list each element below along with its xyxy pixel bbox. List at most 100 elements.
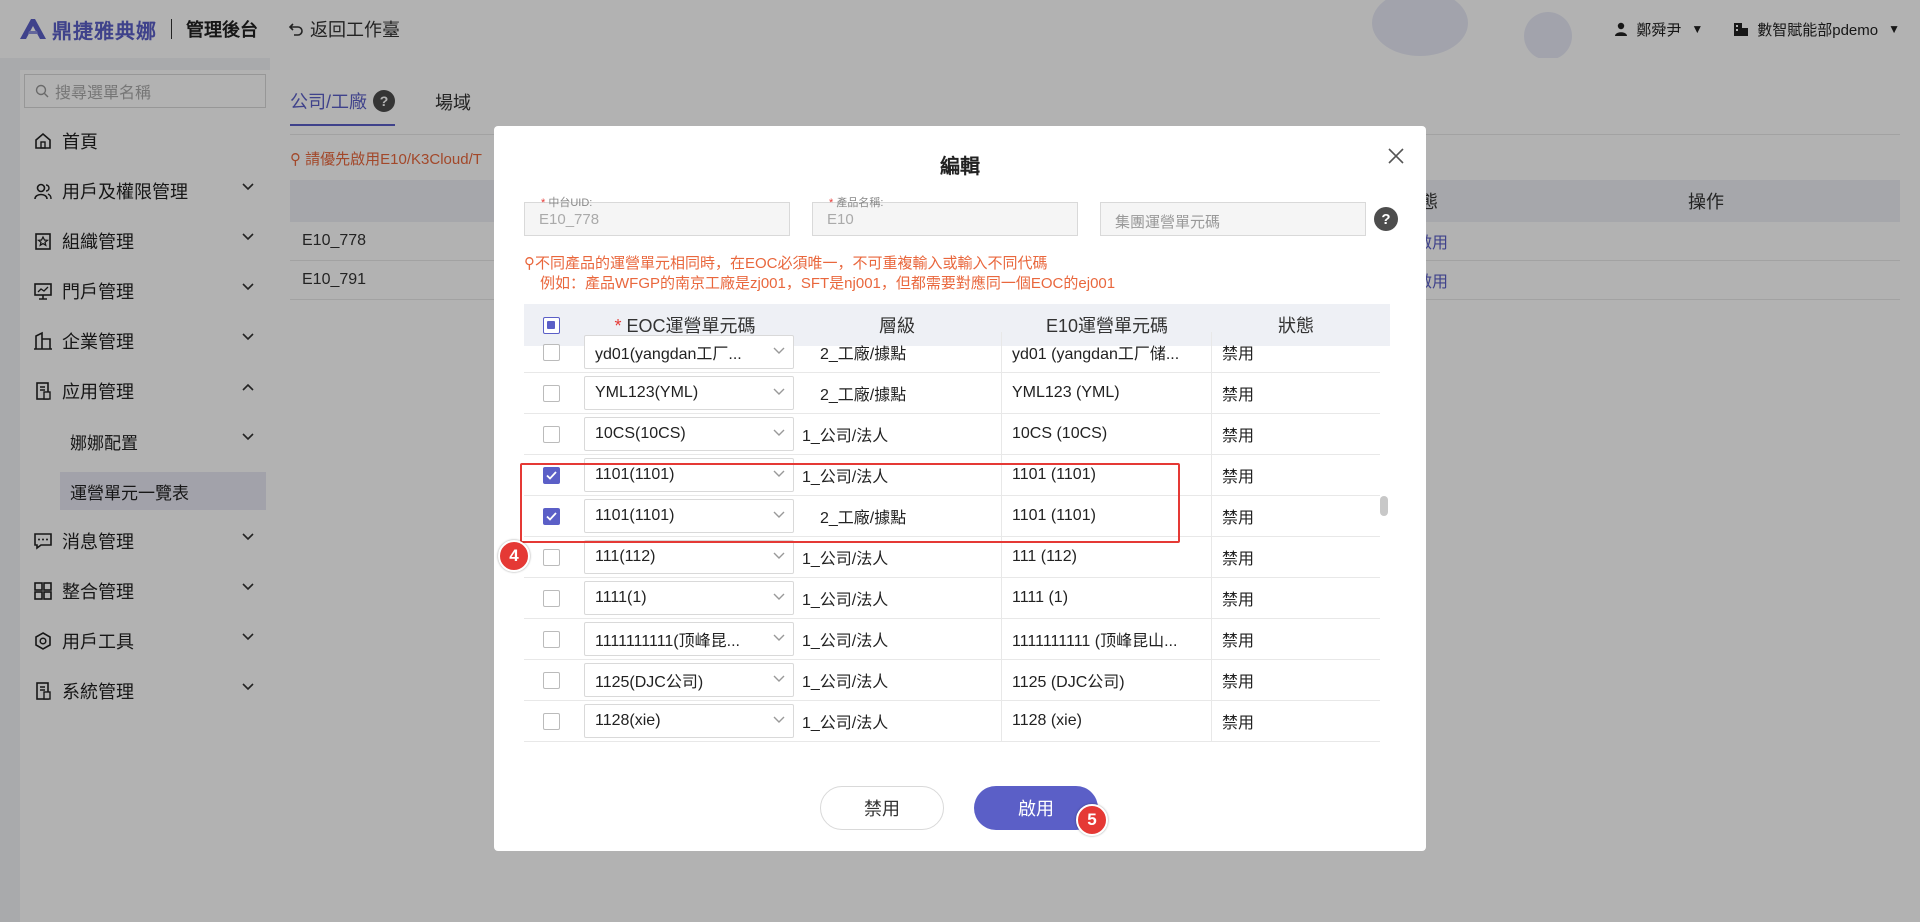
product-name-field[interactable]: * 產品名稱: E10 [812, 197, 1078, 236]
product-field-value: E10 [827, 211, 854, 228]
help-icon[interactable]: ? [1374, 207, 1398, 231]
warning-line-1: 不同產品的運營單元相同時，在EOC必須唯一，不可重複輸入或輸入不同代碼 [535, 255, 1048, 272]
eoc-unit-value: 111(112) [595, 548, 656, 565]
eoc-select-cell: 1128(xie) [578, 704, 794, 738]
eoc-unit-value: 10CS(10CS) [595, 425, 686, 442]
status-cell: 禁用 [1222, 592, 1255, 609]
chevron-down-icon [773, 347, 785, 354]
status-cell: 禁用 [1222, 551, 1255, 568]
eoc-select-cell: 111(112) [578, 540, 794, 574]
product-field-label: * 產品名稱: [829, 197, 884, 209]
eoc-unit-select[interactable]: YML123(YML) [584, 376, 794, 410]
row-checkbox-cell [524, 343, 578, 361]
eoc-select-cell: 10CS(10CS) [578, 417, 794, 451]
row-checkbox[interactable] [542, 425, 560, 443]
group-unit-code-input[interactable]: 集團運營單元碼 [1100, 202, 1366, 236]
status-cell: 禁用 [1222, 674, 1255, 691]
modal-title: 編輯 [940, 156, 980, 178]
e10-unit-cell: 1111111111 (顶峰昆山... [1002, 618, 1212, 660]
row-checkbox[interactable] [542, 548, 560, 566]
status-cell: 禁用 [1222, 469, 1255, 486]
status-cell: 禁用 [1222, 387, 1255, 404]
uid-field-label: * 中台UID: [541, 197, 593, 209]
row-checkbox-cell [524, 425, 578, 443]
grid-row: 1111(1) 1_公司/法人 1111 (1) 禁用 [524, 577, 1380, 619]
level-cell: 2_工廠/據點 [792, 331, 1002, 373]
chevron-down-icon [773, 552, 785, 559]
e10-unit-cell: 1125 (DJC公司) [1002, 659, 1212, 701]
edit-modal: 編輯 * 中台UID: E10_778 * 產品名稱: E10 集團運營單元碼 … [494, 126, 1426, 851]
grid-scrollbar[interactable] [1378, 346, 1390, 744]
grid-row: 1111111111(顶峰昆... 1_公司/法人 1111111111 (顶峰昆山… [524, 618, 1380, 660]
row-checkbox[interactable] [542, 671, 560, 689]
row-checkbox-cell [524, 589, 578, 607]
grid-row: 10CS(10CS) 1_公司/法人 10CS (10CS) 禁用 [524, 413, 1380, 455]
step-badge: 5 [1076, 804, 1108, 836]
grid-row: 1128(xie) 1_公司/法人 1128 (xie) 禁用 [524, 700, 1380, 742]
uid-field-value: E10_778 [539, 211, 600, 228]
modal-warning: ⚲不同產品的運營單元相同時，在EOC必須唯一，不可重複輸入或輸入不同代碼 例如：… [524, 254, 1115, 294]
row-checkbox-cell [524, 712, 578, 730]
row-checkbox-cell [524, 671, 578, 689]
eoc-unit-select[interactable]: 1125(DJC公司) [584, 663, 794, 697]
status-cell: 禁用 [1222, 428, 1255, 445]
status-cell: 禁用 [1222, 715, 1255, 732]
level-cell: 1_公司/法人 [792, 618, 1002, 660]
grid-row: 111(112) 1_公司/法人 111 (112) 禁用 [524, 536, 1380, 578]
row-checkbox[interactable] [542, 630, 560, 648]
eoc-unit-select[interactable]: yd01(yangdan工厂... [584, 335, 794, 369]
row-checkbox-cell [524, 630, 578, 648]
eoc-unit-select[interactable]: 10CS(10CS) [584, 417, 794, 451]
level-cell: 1_公司/法人 [792, 577, 1002, 619]
group-unit-code-placeholder: 集團運營單元碼 [1115, 214, 1221, 231]
select-all-checkbox[interactable] [542, 316, 560, 334]
eoc-unit-select[interactable]: 1111111111(顶峰昆... [584, 622, 794, 656]
disable-button[interactable]: 禁用 [820, 786, 944, 830]
uid-field[interactable]: * 中台UID: E10_778 [524, 197, 790, 236]
row-checkbox-cell [524, 548, 578, 566]
eoc-unit-select[interactable]: 1128(xie) [584, 704, 794, 738]
grid-row: YML123(YML) 2_工廠/據點 YML123 (YML) 禁用 [524, 372, 1380, 414]
level-cell: 1_公司/法人 [792, 700, 1002, 742]
eoc-select-cell: 1125(DJC公司) [578, 663, 794, 697]
eoc-unit-value: yd01(yangdan工厂... [595, 346, 742, 363]
grid-scrollbar-thumb[interactable] [1380, 496, 1388, 516]
eoc-unit-value: YML123(YML) [595, 384, 699, 401]
row-checkbox[interactable] [542, 712, 560, 730]
chevron-down-icon [773, 675, 785, 682]
status-cell: 禁用 [1222, 346, 1255, 363]
chevron-down-icon [773, 429, 785, 436]
eoc-unit-select[interactable]: 1111(1) [584, 581, 794, 615]
row-checkbox[interactable] [542, 589, 560, 607]
close-icon [1388, 148, 1404, 164]
grid-row: yd01(yangdan工厂... 2_工廠/據點 yd01 (yangdan工厂储… [524, 331, 1380, 373]
chevron-down-icon [773, 634, 785, 641]
eoc-unit-value: 1125(DJC公司) [595, 674, 704, 691]
level-cell: 1_公司/法人 [792, 413, 1002, 455]
row-checkbox[interactable] [542, 384, 560, 402]
lightbulb-icon: ⚲ [524, 255, 535, 272]
eoc-unit-select[interactable]: 111(112) [584, 540, 794, 574]
close-button[interactable] [1388, 148, 1404, 169]
eoc-unit-value: 1111(1) [595, 589, 647, 606]
eoc-select-cell: 1111(1) [578, 581, 794, 615]
eoc-select-cell: yd01(yangdan工厂... [578, 335, 794, 369]
row-checkbox[interactable] [542, 343, 560, 361]
status-cell: 禁用 [1222, 633, 1255, 650]
select-all-cell [524, 316, 578, 334]
warning-line-2: 例如：產品WFGP的南京工廠是zj001，SFT是nj001，但都需要對應同一個… [540, 275, 1116, 292]
level-cell: 1_公司/法人 [792, 659, 1002, 701]
eoc-select-cell: 1111111111(顶峰昆... [578, 622, 794, 656]
level-cell: 2_工廠/據點 [792, 372, 1002, 414]
annotation-highlight-box [520, 463, 1180, 543]
chevron-down-icon [773, 388, 785, 395]
e10-unit-cell: 1128 (xie) [1002, 700, 1212, 742]
e10-unit-cell: YML123 (YML) [1002, 372, 1212, 414]
eoc-select-cell: YML123(YML) [578, 376, 794, 410]
e10-unit-cell: yd01 (yangdan工厂储... [1002, 331, 1212, 373]
eoc-unit-value: 1128(xie) [595, 712, 661, 729]
e10-unit-cell: 1111 (1) [1002, 577, 1212, 619]
grid-row: 1125(DJC公司) 1_公司/法人 1125 (DJC公司) 禁用 [524, 659, 1380, 701]
row-checkbox-cell [524, 384, 578, 402]
eoc-unit-value: 1111111111(顶峰昆... [595, 633, 740, 650]
